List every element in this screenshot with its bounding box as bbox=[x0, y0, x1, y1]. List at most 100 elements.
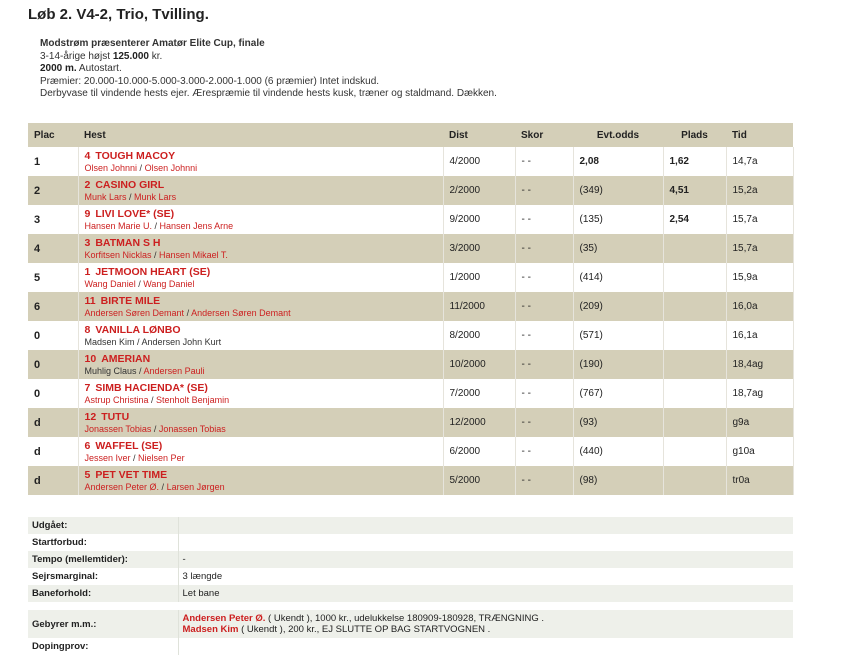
start-number: 12 bbox=[84, 410, 97, 423]
horse-name-link[interactable]: 8 VANILLA LØNBO bbox=[85, 324, 443, 336]
horse-name-link[interactable]: 10 AMERIAN bbox=[85, 353, 443, 365]
plads-cell bbox=[663, 292, 727, 321]
odds-cell: (135) bbox=[573, 205, 664, 234]
trainer-name[interactable]: Andersen Pauli bbox=[144, 366, 205, 376]
trainer-name: Andersen John Kurt bbox=[141, 336, 222, 347]
col-dist: Dist bbox=[443, 123, 515, 147]
plads-cell bbox=[663, 350, 727, 379]
plads-cell bbox=[663, 437, 727, 466]
driver-name[interactable]: Hansen Marie U. bbox=[85, 221, 153, 231]
dist-cell: 4/2000 bbox=[443, 147, 516, 176]
fact-label: Sejrsmarginal: bbox=[28, 568, 179, 585]
horse-cell: 1 JETMOON HEART (SE) Wang Daniel / Wang Da… bbox=[78, 263, 444, 292]
horse-name-link[interactable]: 4 TOUGH MACOY bbox=[85, 150, 443, 162]
trainer-name[interactable]: Munk Lars bbox=[134, 192, 176, 202]
race-result-page: Løb 2. V4-2, Trio, Tvilling. Modstrøm pr… bbox=[0, 0, 861, 669]
start-number: 1 bbox=[84, 265, 91, 278]
plads-cell: 1,62 bbox=[663, 147, 727, 176]
trainer-name[interactable]: Jonassen Tobias bbox=[159, 424, 226, 434]
horse-name: PET VET TIME bbox=[95, 468, 168, 481]
fact-row-gebyrer: Gebyrer m.m.: Andersen Peter Ø. ( Ukendt… bbox=[28, 610, 793, 638]
plads-cell bbox=[663, 263, 727, 292]
trainer-name[interactable]: Hansen Mikael T. bbox=[159, 250, 228, 260]
col-skor: Skor bbox=[515, 123, 573, 147]
driver-name[interactable]: Jonassen Tobias bbox=[85, 424, 152, 434]
plac-cell: 0 bbox=[28, 379, 79, 408]
dist-cell: 1/2000 bbox=[443, 263, 516, 292]
dist-cell: 9/2000 bbox=[443, 205, 516, 234]
page-title: Løb 2. V4-2, Trio, Tvilling. bbox=[28, 6, 209, 23]
driver-name[interactable]: Munk Lars bbox=[85, 192, 127, 202]
horse-name-link[interactable]: 2 CASINO GIRL bbox=[85, 179, 443, 191]
trainer-name[interactable]: Hansen Jens Arne bbox=[160, 221, 234, 231]
odds-cell: (98) bbox=[573, 466, 664, 495]
table-row: d 6 WAFFEL (SE) Jessen Iver / Nielsen Per 6/… bbox=[28, 437, 794, 466]
fact-row-startforbud: Startforbud: bbox=[28, 534, 793, 551]
odds-cell: (414) bbox=[573, 263, 664, 292]
horse-cell: 10 AMERIAN Muhlig Claus / Andersen Pauli bbox=[78, 350, 444, 379]
driver-trainer: Wang Daniel / Wang Daniel bbox=[84, 278, 195, 289]
trainer-name[interactable]: Olsen Johnni bbox=[145, 163, 198, 173]
horse-name: AMERIAN bbox=[101, 352, 151, 365]
driver-name[interactable]: Korfitsen Nicklas bbox=[85, 250, 152, 260]
horse-name-link[interactable]: 1 JETMOON HEART (SE) bbox=[85, 266, 443, 278]
skor-cell: - - bbox=[515, 292, 574, 321]
dist-cell: 5/2000 bbox=[443, 466, 516, 495]
table-row: d 12 TUTU Jonassen Tobias / Jonassen Tobias… bbox=[28, 408, 794, 437]
odds-cell: (209) bbox=[573, 292, 664, 321]
odds-cell: (190) bbox=[573, 350, 664, 379]
race-prizes: Præmier: 20.000-10.000-5.000-3.000-2.000… bbox=[40, 75, 380, 87]
dist-cell: 3/2000 bbox=[443, 234, 516, 263]
driver-name[interactable]: Jessen Iver bbox=[85, 453, 131, 463]
skor-cell: - - bbox=[515, 205, 574, 234]
driver-trainer: Astrup Christina / Stenholt Benjamin bbox=[84, 394, 230, 405]
horse-name-link[interactable]: 6 WAFFEL (SE) bbox=[85, 440, 443, 452]
start-number: 4 bbox=[84, 149, 91, 162]
fact-value bbox=[178, 517, 793, 534]
race-distance: 2000 m. Autostart. bbox=[40, 63, 122, 75]
dist-cell: 7/2000 bbox=[443, 379, 516, 408]
trainer-name[interactable]: Wang Daniel bbox=[143, 279, 194, 289]
results-header-row: Plac Hest Dist Skor Evt.odds Plads Tid bbox=[28, 123, 793, 147]
fact-value bbox=[178, 534, 793, 551]
start-number: 8 bbox=[84, 323, 91, 336]
plac-cell: 0 bbox=[28, 321, 79, 350]
horse-cell: 5 PET VET TIME Andersen Peter Ø. / Larsen … bbox=[78, 466, 444, 495]
driver-trainer: Muhlig Claus / Andersen Pauli bbox=[84, 365, 205, 376]
horse-name-link[interactable]: 5 PET VET TIME bbox=[85, 469, 443, 481]
horse-name-link[interactable]: 12 TUTU bbox=[85, 411, 443, 423]
fact-row-tempo: Tempo (mellemtider): - bbox=[28, 551, 793, 568]
trainer-name[interactable]: Nielsen Per bbox=[138, 453, 185, 463]
start-number: 11 bbox=[84, 294, 96, 307]
table-row: 0 7 SIMB HACIENDA* (SE) Astrup Christina / … bbox=[28, 379, 794, 408]
driver-name: Muhlig Claus bbox=[84, 365, 137, 376]
table-row: 0 10 AMERIAN Muhlig Claus / Andersen Pauli 1… bbox=[28, 350, 794, 379]
plads-cell: 4,51 bbox=[663, 176, 727, 205]
driver-name[interactable]: Andersen Søren Demant bbox=[85, 308, 185, 318]
trainer-name[interactable]: Andersen Søren Demant bbox=[191, 308, 291, 318]
start-number: 5 bbox=[84, 468, 91, 481]
driver-name[interactable]: Wang Daniel bbox=[85, 279, 136, 289]
driver-trainer: Jonassen Tobias / Jonassen Tobias bbox=[84, 423, 226, 434]
driver-name[interactable]: Andersen Peter Ø. bbox=[85, 482, 160, 492]
driver-name[interactable]: Olsen Johnni bbox=[85, 163, 138, 173]
trainer-name[interactable]: Larsen Jørgen bbox=[167, 482, 225, 492]
skor-cell: - - bbox=[515, 147, 574, 176]
fact-value: 3 længde bbox=[178, 568, 793, 585]
horse-name-link[interactable]: 3 BATMAN S H bbox=[85, 237, 443, 249]
tid-cell: 15,9a bbox=[726, 263, 794, 292]
skor-cell: - - bbox=[515, 321, 574, 350]
horse-name-link[interactable]: 7 SIMB HACIENDA* (SE) bbox=[85, 382, 443, 394]
trainer-name[interactable]: Stenholt Benjamin bbox=[156, 395, 229, 405]
horse-name-link[interactable]: 11 BIRTE MILE bbox=[85, 295, 443, 307]
race-name: Modstrøm præsenterer Amatør Elite Cup, f… bbox=[40, 38, 265, 49]
driver-name[interactable]: Astrup Christina bbox=[85, 395, 149, 405]
driver-trainer: Andersen Søren Demant / Andersen Søren D… bbox=[84, 307, 291, 318]
tid-cell: tr0a bbox=[726, 466, 794, 495]
odds-cell: (440) bbox=[573, 437, 664, 466]
horse-name: LIVI LOVE* (SE) bbox=[95, 207, 175, 220]
horse-cell: 6 WAFFEL (SE) Jessen Iver / Nielsen Per bbox=[78, 437, 444, 466]
driver-trainer: Jessen Iver / Nielsen Per bbox=[84, 452, 185, 463]
table-row: 5 1 JETMOON HEART (SE) Wang Daniel / Wang D… bbox=[28, 263, 794, 292]
horse-name-link[interactable]: 9 LIVI LOVE* (SE) bbox=[85, 208, 443, 220]
